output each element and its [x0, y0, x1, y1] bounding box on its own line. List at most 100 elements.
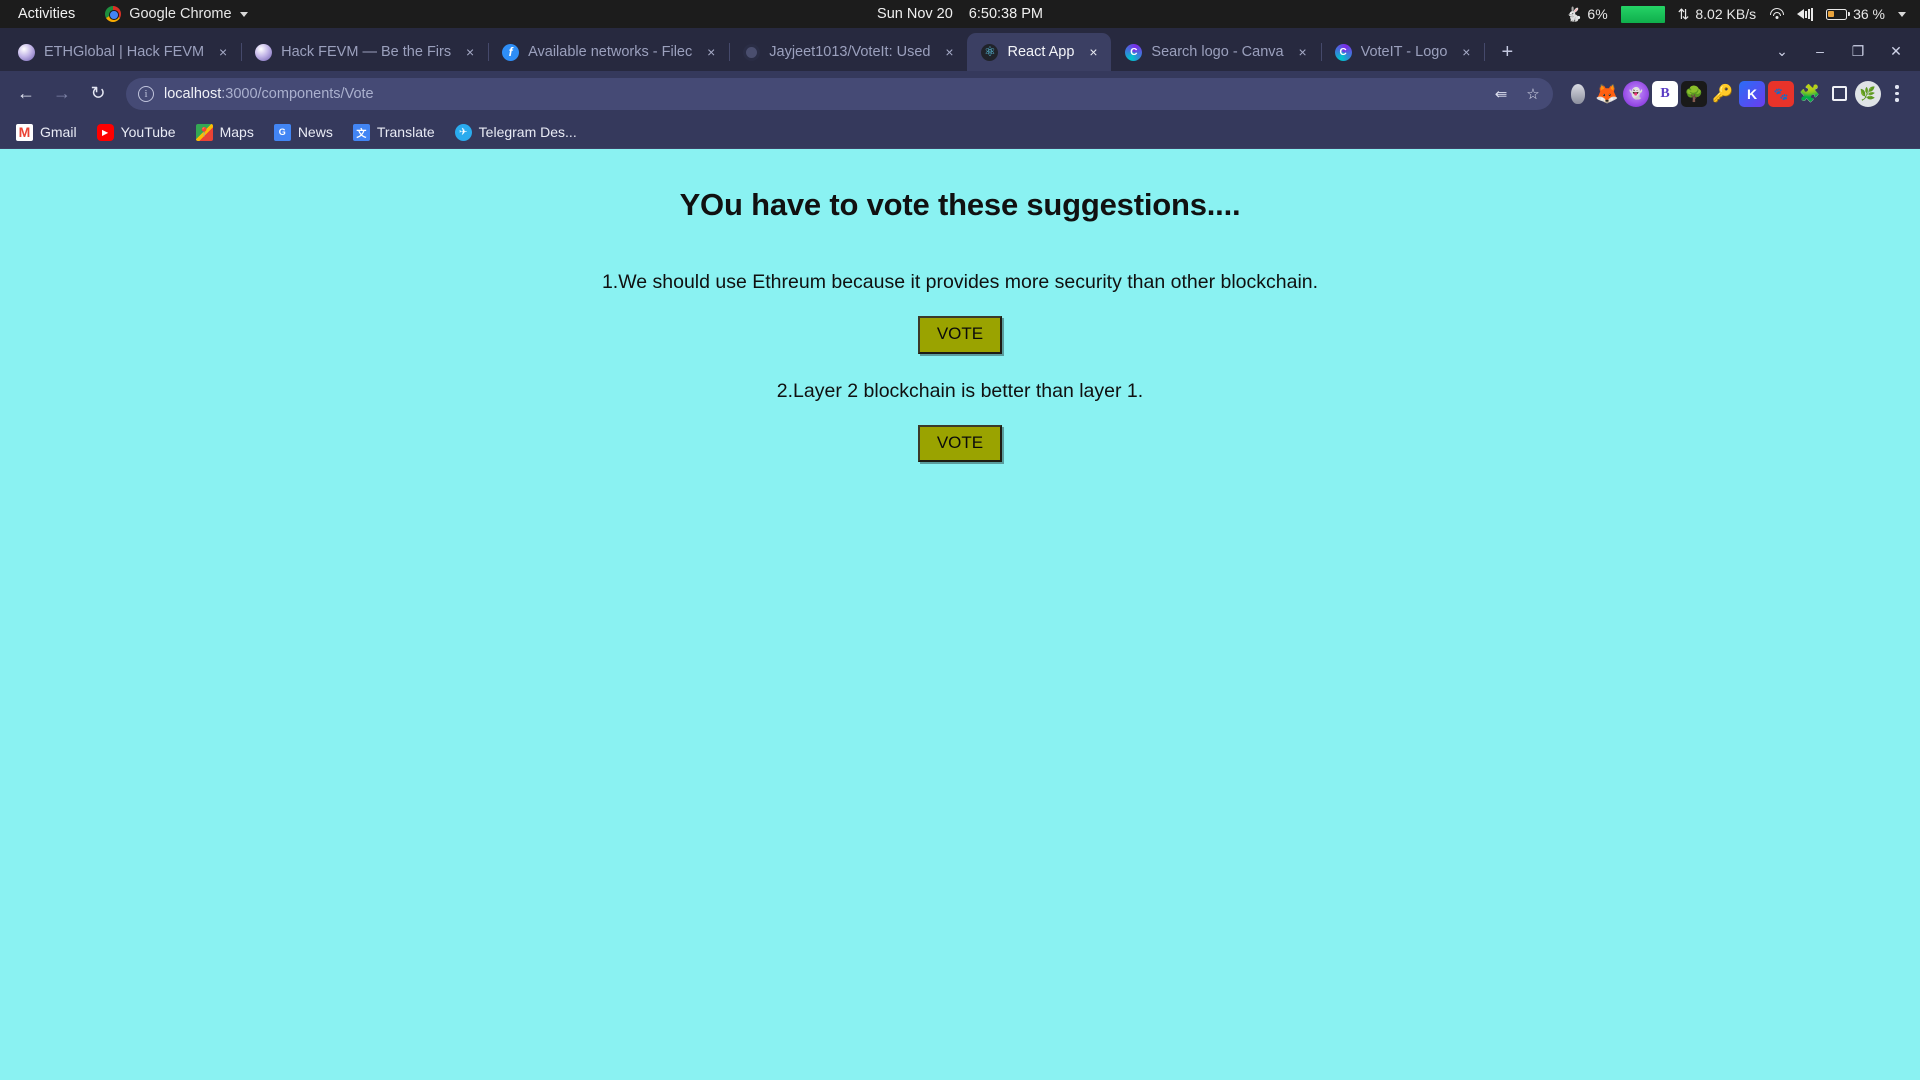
battery-icon	[1826, 8, 1851, 20]
tab-github-voteit[interactable]: Jayjeet1013/VoteIt: Used ×	[729, 33, 969, 71]
tab-title: Available networks - Filec	[528, 44, 693, 60]
maps-icon: 📍	[195, 123, 213, 141]
metamask-fox-icon[interactable]: 🦊	[1594, 81, 1620, 107]
ghost-icon[interactable]: 👻	[1623, 80, 1649, 107]
ethglobal-icon	[18, 43, 35, 61]
bookmark-label: Translate	[376, 124, 435, 140]
bookmark-youtube[interactable]: ▶ YouTube	[89, 120, 184, 145]
tab-close-icon[interactable]: ×	[1083, 42, 1103, 62]
suggestion-text: 2.Layer 2 blockchain is better than laye…	[776, 379, 1144, 402]
url-host: localhost	[164, 85, 222, 102]
pipette-icon[interactable]	[1565, 81, 1591, 107]
network-graph-icon	[1620, 5, 1665, 23]
cheetah-icon: 🐇	[1564, 5, 1582, 22]
tab-title: React App	[1007, 44, 1075, 60]
network-speed-indicator: ⇅ 8.02 KB/s	[1678, 6, 1756, 23]
vote-button-wrap: VOTE	[0, 316, 1920, 354]
kebab-menu-icon[interactable]	[1884, 85, 1910, 102]
extensions-row: 🦊 👻 B 🌳 🔑 K 🐾 🧩 🌿	[1565, 80, 1910, 107]
suggestion-text: 1.We should use Ethreum because it provi…	[601, 271, 1319, 293]
volume-icon	[1797, 7, 1814, 21]
bookmark-label: Maps	[219, 124, 254, 140]
user-avatar[interactable]: 🌿	[1855, 80, 1881, 107]
suggestion-item: 2.Layer 2 blockchain is better than laye…	[0, 380, 1920, 463]
youtube-icon: ▶	[96, 123, 114, 141]
bookmark-gmail[interactable]: M Gmail	[8, 120, 85, 145]
gmail-icon: M	[16, 123, 33, 141]
cpu-indicator: 🐇 6%	[1565, 6, 1608, 23]
url-text: localhost:3000/components/Vote	[164, 86, 374, 102]
bookmark-label: Gmail	[40, 124, 77, 140]
suggestion-list: 1.We should use Ethreum because it provi…	[0, 271, 1920, 463]
tab-search-chevron-icon[interactable]: ⌄	[1764, 35, 1800, 67]
canva-icon: C	[1334, 43, 1352, 61]
network-speed: 8.02 KB/s	[1695, 6, 1757, 22]
window-minimize-button[interactable]: –	[1802, 35, 1838, 67]
tab-title: Hack FEVM — Be the Firs	[281, 44, 452, 60]
vote-button[interactable]: VOTE	[917, 424, 1003, 463]
wifi-icon	[1769, 8, 1784, 20]
omnibox-actions: ⇚ ☆	[1487, 80, 1547, 108]
bookmark-star-icon[interactable]: ☆	[1519, 80, 1547, 108]
tab-ethglobal[interactable]: ETHGlobal | Hack FEVM ×	[4, 33, 243, 71]
filecoin-icon: f	[502, 43, 520, 61]
address-bar[interactable]: i localhost:3000/components/Vote ⇚ ☆	[126, 77, 1553, 110]
app-menu-label: Google Chrome	[129, 6, 232, 22]
bookmark-label: News	[297, 124, 333, 140]
puzzle-extensions-icon[interactable]: 🧩	[1797, 81, 1823, 107]
sidepanel-icon[interactable]	[1826, 81, 1852, 107]
bookmarks-bar: M Gmail ▶ YouTube 📍 Maps G News 文 Transl…	[0, 116, 1920, 149]
bookmark-telegram[interactable]: ✈ Telegram Des...	[447, 120, 585, 145]
canva-icon: C	[1125, 43, 1143, 61]
clock-button[interactable]: Sun Nov 20 6:50:38 PM	[877, 6, 1043, 22]
tab-close-icon[interactable]: ×	[701, 42, 721, 62]
back-button[interactable]: ←	[10, 78, 42, 110]
bookmark-translate[interactable]: 文 Translate	[345, 120, 443, 145]
url-path: :3000/components/Vote	[221, 85, 374, 102]
activities-button[interactable]: Activities	[18, 6, 75, 22]
network-updown-icon: ⇅	[1677, 5, 1690, 22]
site-info-icon[interactable]: i	[138, 85, 154, 102]
new-tab-button[interactable]: +	[1492, 37, 1522, 67]
kite-k-icon[interactable]: K	[1739, 80, 1765, 107]
window-maximize-button[interactable]: ❐	[1840, 35, 1876, 67]
tab-available-networks[interactable]: f Available networks - Filec ×	[488, 33, 731, 71]
tab-title: ETHGlobal | Hack FEVM	[44, 44, 205, 60]
tree-icon[interactable]: 🌳	[1681, 80, 1707, 107]
reload-button[interactable]: ↻	[82, 78, 114, 110]
page-title: YOu have to vote these suggestions....	[679, 187, 1241, 222]
gnome-left-group: Activities Google Chrome	[0, 6, 248, 22]
vote-button-wrap: VOTE	[0, 424, 1920, 463]
tab-voteit-logo[interactable]: C VoteIT - Logo ×	[1321, 33, 1486, 71]
bookmark-news[interactable]: G News	[266, 120, 341, 145]
paw-red-icon[interactable]: 🐾	[1768, 80, 1794, 107]
tab-close-icon[interactable]: ×	[1293, 42, 1313, 62]
news-icon: G	[273, 123, 291, 141]
bookmark-label: YouTube	[120, 124, 176, 140]
app-menu-button[interactable]: Google Chrome	[105, 6, 248, 22]
page-viewport: YOu have to vote these suggestions.... 1…	[0, 149, 1920, 1080]
window-close-button[interactable]: ✕	[1878, 35, 1914, 67]
tab-title: Search logo - Canva	[1151, 44, 1284, 60]
bookmark-maps[interactable]: 📍 Maps	[188, 120, 262, 145]
tray-chevron-down-icon[interactable]	[1898, 11, 1906, 17]
vote-button[interactable]: VOTE	[917, 316, 1003, 354]
key-icon[interactable]: 🔑	[1710, 81, 1736, 107]
tab-close-icon[interactable]: ×	[939, 42, 959, 62]
chevron-down-icon	[239, 11, 248, 17]
bitwarden-b-icon[interactable]: B	[1652, 80, 1678, 107]
battery-percent: 36 %	[1853, 6, 1885, 22]
tab-react-app[interactable]: ⚛ React App ×	[967, 33, 1112, 71]
forward-button[interactable]: →	[46, 78, 78, 110]
tab-close-icon[interactable]: ×	[460, 42, 480, 62]
system-tray[interactable]: 🐇 6% ⇅ 8.02 KB/s 36 %	[1565, 0, 1906, 28]
tab-hack-fevm[interactable]: Hack FEVM — Be the Firs ×	[241, 33, 490, 71]
tab-title: VoteIT - Logo	[1360, 44, 1448, 60]
gnome-top-bar: Activities Google Chrome Sun Nov 20 6:50…	[0, 0, 1920, 28]
suggestion-item: 1.We should use Ethreum because it provi…	[0, 271, 1920, 354]
chrome-icon	[105, 6, 122, 22]
tab-close-icon[interactable]: ×	[1456, 42, 1476, 62]
share-icon[interactable]: ⇚	[1487, 80, 1515, 108]
tab-close-icon[interactable]: ×	[213, 42, 233, 62]
tab-search-logo-canva[interactable]: C Search logo - Canva ×	[1111, 33, 1322, 71]
